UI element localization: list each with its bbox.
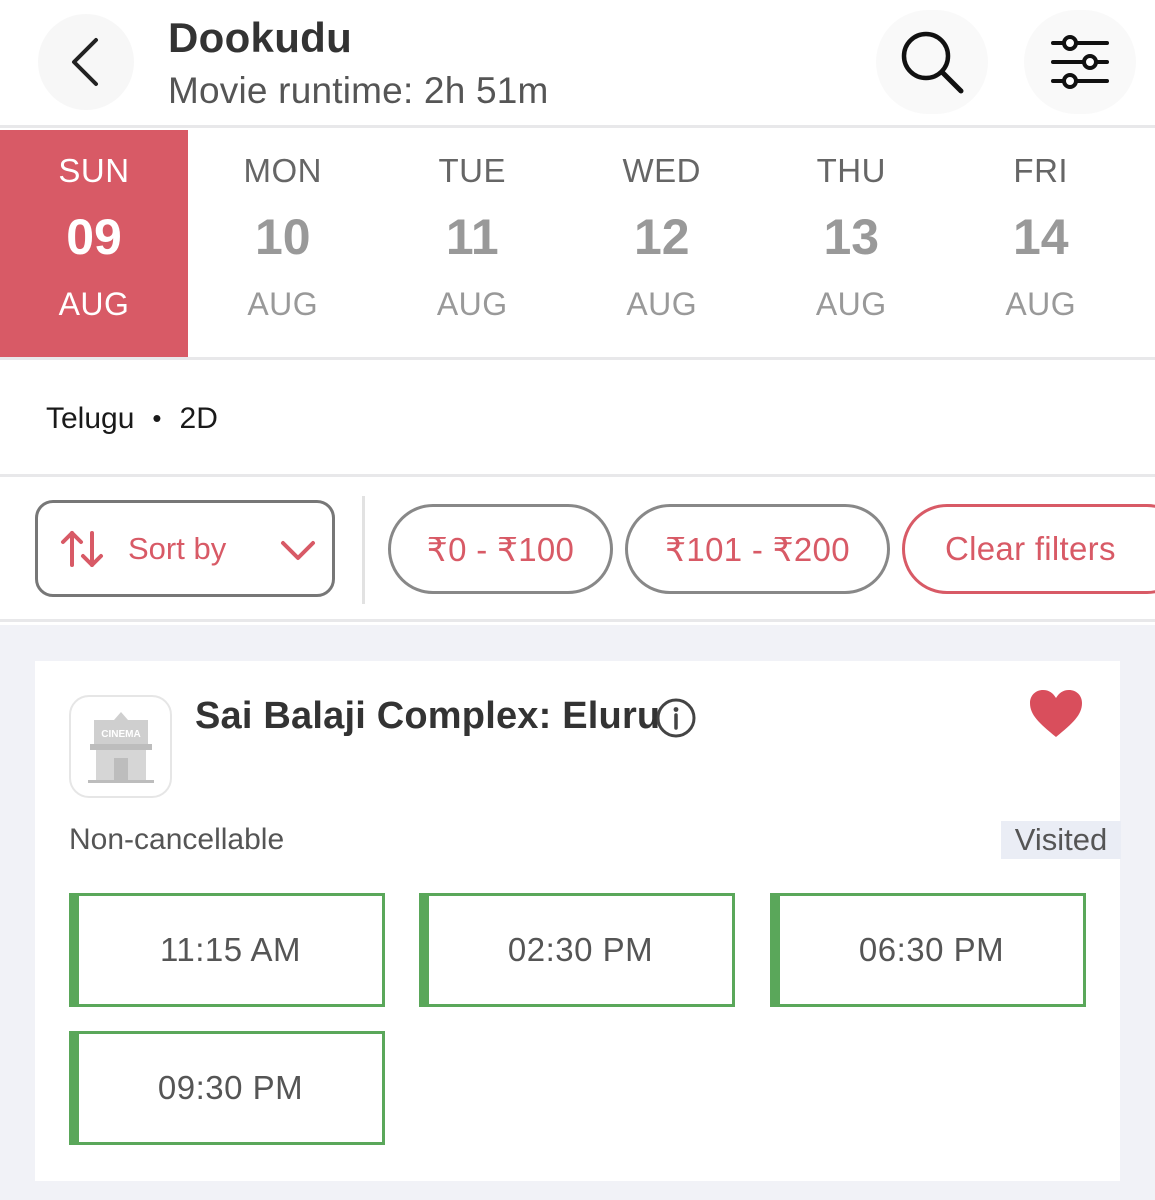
cinema-logo: CINEMA <box>69 695 172 798</box>
sort-arrows-icon <box>61 530 103 567</box>
cinema-list: CINEMA Sai Balaji Complex: Eluru Non-can… <box>0 625 1155 1200</box>
chevron-left-icon <box>72 38 98 86</box>
date-day: 09 <box>66 209 122 265</box>
date-item-sun-09[interactable]: SUN 09 AUG <box>0 130 188 357</box>
chevron-down-icon <box>281 541 315 560</box>
date-selector: SUN 09 AUG MON 10 AUG TUE 11 AUG WED 12 … <box>0 130 1155 360</box>
cinema-name[interactable]: Sai Balaji Complex: Eluru <box>195 695 660 738</box>
filter-divider <box>362 496 365 604</box>
filter-settings-button[interactable] <box>1024 10 1136 114</box>
back-button[interactable] <box>38 14 134 110</box>
filter-bar: Sort by ₹0 - ₹100 ₹101 - ₹200 Clear filt… <box>0 480 1155 622</box>
date-item-tue-11[interactable]: TUE 11 AUG <box>378 130 568 357</box>
date-weekday: FRI <box>1013 152 1069 189</box>
cancellation-policy: Non-cancellable <box>69 823 285 856</box>
date-weekday: THU <box>816 152 886 189</box>
sliders-icon <box>1051 35 1109 89</box>
format-info: Telugu • 2D <box>0 363 1155 477</box>
date-day: 10 <box>254 209 311 265</box>
date-weekday: MON <box>243 152 322 189</box>
date-weekday: WED <box>622 152 701 189</box>
showtime-button[interactable]: 02:30 PM <box>419 893 735 1007</box>
date-day: 13 <box>823 209 880 265</box>
cinema-card: CINEMA Sai Balaji Complex: Eluru Non-can… <box>35 661 1121 1181</box>
cinema-building-icon: CINEMA <box>87 711 154 783</box>
visited-badge: Visited <box>1001 821 1121 859</box>
date-day: 12 <box>633 209 690 265</box>
date-item-mon-10[interactable]: MON 10 AUG <box>188 130 378 357</box>
movie-title: Dookudu <box>168 14 353 61</box>
date-month: AUG <box>1005 286 1077 322</box>
date-month: AUG <box>626 286 698 322</box>
date-month: AUG <box>436 286 508 322</box>
info-icon[interactable] <box>655 697 697 739</box>
date-item-thu-13[interactable]: THU 13 AUG <box>757 130 947 357</box>
search-button[interactable] <box>876 10 988 114</box>
movie-runtime: Movie runtime: 2h 51m <box>168 70 549 111</box>
price-filter-0-100[interactable]: ₹0 - ₹100 <box>388 504 613 594</box>
dimension-label: 2D <box>179 401 218 435</box>
showtime-button[interactable]: 09:30 PM <box>69 1031 385 1145</box>
date-month: AUG <box>815 286 887 322</box>
date-item-wed-12[interactable]: WED 12 AUG <box>567 130 757 357</box>
separator-dot: • <box>152 403 162 433</box>
language-label: Telugu <box>46 401 135 435</box>
sort-by-label: Sort by <box>128 530 227 566</box>
date-month: AUG <box>247 286 319 322</box>
heart-icon[interactable] <box>1029 689 1083 739</box>
showtime-button[interactable]: 11:15 AM <box>69 893 385 1007</box>
clear-filters-button[interactable]: Clear filters <box>902 504 1155 594</box>
price-filter-101-200[interactable]: ₹101 - ₹200 <box>625 504 890 594</box>
date-weekday: SUN <box>58 152 130 189</box>
sort-by-button[interactable]: Sort by <box>35 500 335 597</box>
search-icon <box>901 31 964 94</box>
date-month: AUG <box>58 286 130 322</box>
date-day: 14 <box>1012 209 1069 265</box>
date-item-fri-14[interactable]: FRI 14 AUG <box>946 130 1136 357</box>
date-weekday: TUE <box>438 152 506 189</box>
cinema-logo-text: CINEMA <box>101 729 140 740</box>
app-header: Dookudu Movie runtime: 2h 51m <box>0 0 1155 128</box>
showtime-button[interactable]: 06:30 PM <box>770 893 1086 1007</box>
date-day: 11 <box>445 209 499 265</box>
